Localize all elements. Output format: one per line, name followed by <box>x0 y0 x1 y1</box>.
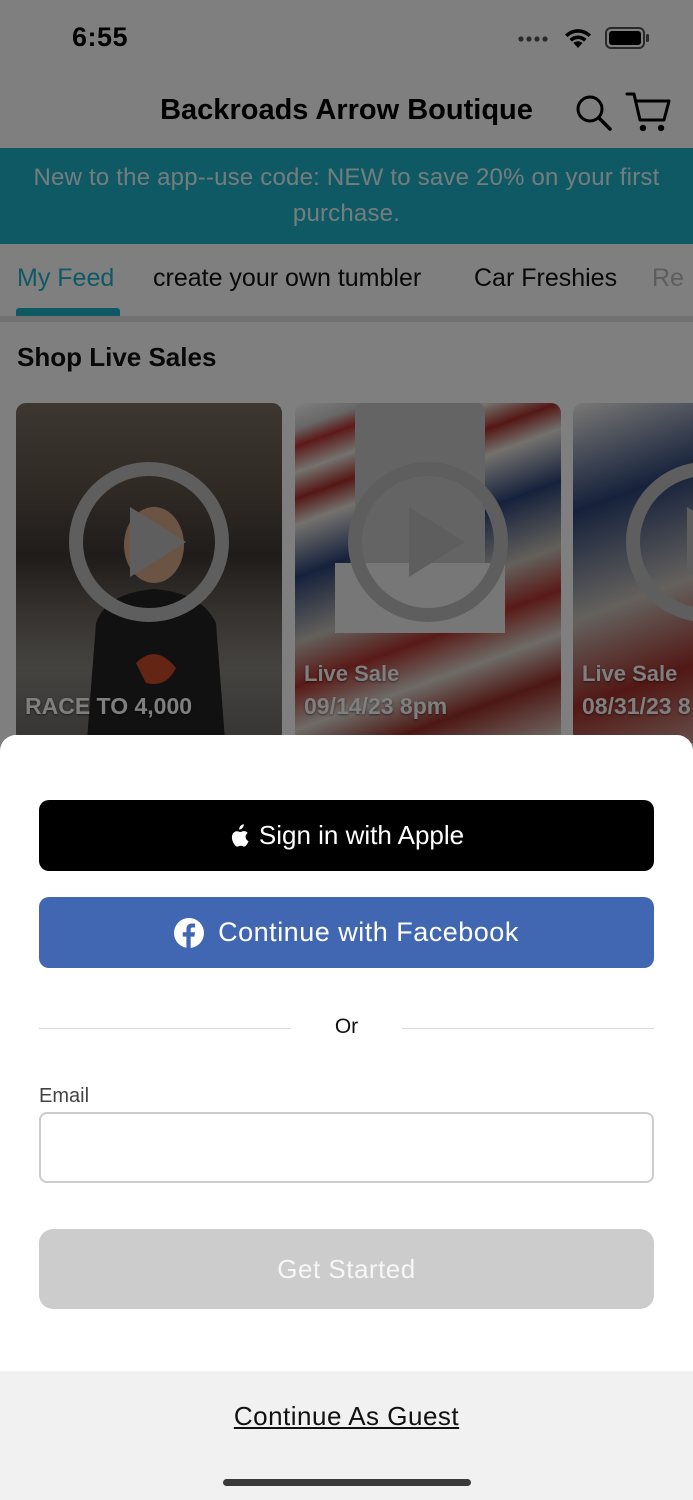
apple-icon <box>231 823 249 847</box>
divider-line-right <box>402 1028 654 1029</box>
or-text: Or <box>334 1015 359 1038</box>
sign-in-sheet: Sign in with Apple Continue with Faceboo… <box>0 735 693 1500</box>
guest-footer: Continue As Guest <box>0 1371 693 1500</box>
continue-with-facebook-button[interactable]: Continue with Facebook <box>39 897 654 968</box>
get-started-button[interactable]: Get Started <box>39 1229 654 1309</box>
apple-button-label: Sign in with Apple <box>258 820 465 850</box>
facebook-button-label: Continue with Facebook <box>218 917 519 947</box>
continue-as-guest-link[interactable]: Continue As Guest <box>0 1401 693 1432</box>
home-indicator <box>223 1479 471 1486</box>
email-field[interactable] <box>39 1112 654 1183</box>
or-divider: Or <box>39 1015 654 1043</box>
sign-in-with-apple-button[interactable]: Sign in with Apple <box>39 800 654 871</box>
facebook-icon <box>174 917 205 948</box>
email-label: Email <box>39 1085 90 1107</box>
